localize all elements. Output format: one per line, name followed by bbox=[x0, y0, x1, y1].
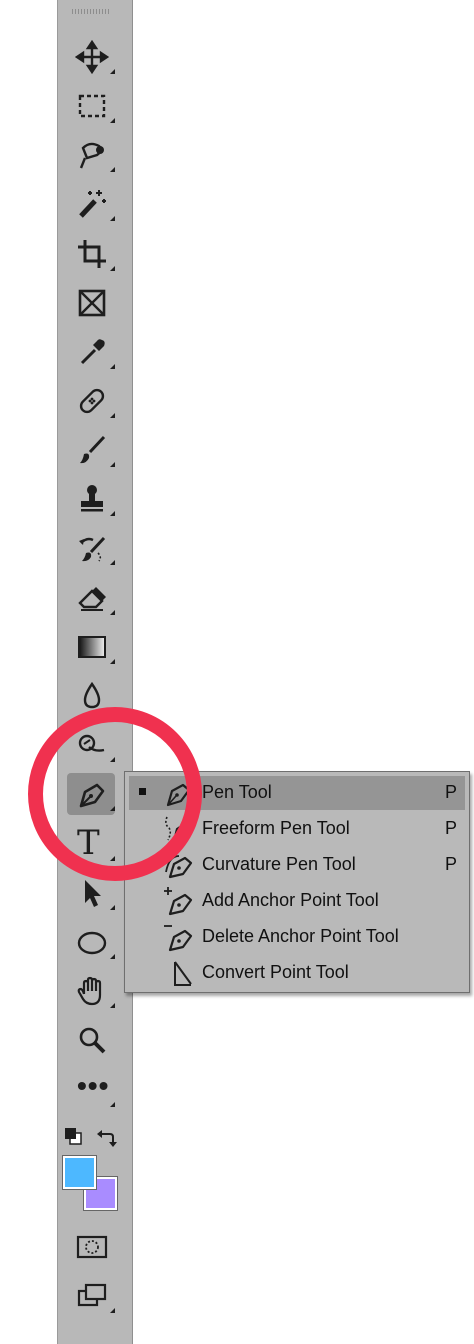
delete-anchor-point-icon bbox=[164, 925, 193, 952]
submenu-triangle bbox=[110, 757, 115, 762]
menu-item-freeform-pen-tool[interactable]: Freeform Pen Tool P bbox=[129, 812, 465, 846]
gradient-tool[interactable] bbox=[67, 626, 115, 668]
path-selection-tool[interactable] bbox=[67, 872, 115, 914]
blur-tool[interactable] bbox=[67, 675, 115, 717]
history-brush-icon bbox=[79, 536, 106, 562]
default-colors-icon[interactable] bbox=[63, 1126, 85, 1148]
submenu-triangle bbox=[110, 856, 115, 861]
pen-tool[interactable] bbox=[67, 773, 115, 815]
menu-item-pen-tool[interactable]: Pen Tool P bbox=[129, 776, 465, 810]
eraser-icon bbox=[78, 587, 106, 611]
crop-tool[interactable] bbox=[67, 233, 115, 275]
menu-item-delete-anchor-point-tool[interactable]: Delete Anchor Point Tool bbox=[129, 920, 465, 954]
menu-item-curvature-pen-tool[interactable]: Curvature Pen Tool P bbox=[129, 848, 465, 882]
submenu-triangle bbox=[110, 954, 115, 959]
frame-tool[interactable] bbox=[67, 282, 115, 324]
ellipse-icon bbox=[77, 931, 107, 955]
submenu-triangle bbox=[110, 413, 115, 418]
history-brush-tool[interactable] bbox=[67, 527, 115, 569]
submenu-triangle bbox=[110, 364, 115, 369]
zoom-icon bbox=[79, 1027, 106, 1054]
stamp-icon bbox=[81, 485, 103, 512]
screen-mode-icon bbox=[77, 1283, 107, 1307]
zoom-tool[interactable] bbox=[67, 1020, 115, 1062]
pen-tools-flyout-menu: Pen Tool P Freeform Pen Tool P Curvature… bbox=[124, 771, 470, 993]
submenu-triangle bbox=[110, 216, 115, 221]
arrow-icon bbox=[85, 880, 101, 907]
menu-item-label: Add Anchor Point Tool bbox=[202, 890, 379, 910]
quick-mask-button[interactable] bbox=[67, 1226, 115, 1268]
screen-mode-button[interactable] bbox=[67, 1275, 115, 1317]
add-anchor-point-icon bbox=[164, 887, 193, 916]
bandage-icon bbox=[79, 388, 105, 414]
lasso-tool[interactable] bbox=[67, 134, 115, 176]
edit-toolbar-button[interactable]: ••• bbox=[67, 1069, 115, 1111]
magic-wand-tool[interactable] bbox=[67, 183, 115, 225]
submenu-triangle bbox=[110, 118, 115, 123]
ellipse-tool[interactable] bbox=[67, 921, 115, 963]
dodge-icon bbox=[78, 734, 105, 752]
submenu-triangle bbox=[110, 1003, 115, 1008]
curvature-pen-icon bbox=[165, 855, 193, 879]
type-tool[interactable]: T bbox=[67, 823, 115, 865]
submenu-triangle bbox=[110, 266, 115, 271]
convert-point-icon bbox=[174, 961, 192, 986]
dodge-tool[interactable] bbox=[67, 724, 115, 766]
menu-item-label: Pen Tool bbox=[202, 782, 272, 802]
freeform-pen-icon bbox=[165, 816, 193, 843]
drop-icon bbox=[83, 681, 101, 709]
quick-mask-icon bbox=[76, 1235, 108, 1259]
menu-item-label: Convert Point Tool bbox=[202, 962, 349, 982]
submenu-triangle bbox=[110, 610, 115, 615]
marquee-icon bbox=[78, 94, 106, 118]
menu-item-label: Freeform Pen Tool bbox=[202, 818, 350, 838]
move-tool[interactable] bbox=[67, 36, 115, 78]
hand-tool[interactable] bbox=[67, 970, 115, 1012]
menu-item-shortcut: P bbox=[444, 854, 457, 874]
clone-stamp-tool[interactable] bbox=[67, 478, 115, 520]
menu-item-label: Curvature Pen Tool bbox=[202, 854, 356, 874]
submenu-triangle bbox=[110, 560, 115, 565]
hand-icon bbox=[77, 976, 102, 1006]
submenu-triangle bbox=[110, 806, 115, 811]
pen-icon bbox=[79, 783, 105, 808]
menu-item-label: Delete Anchor Point Tool bbox=[202, 926, 399, 946]
color-swatches bbox=[62, 1155, 121, 1214]
color-controls bbox=[63, 1126, 119, 1148]
submenu-triangle bbox=[110, 511, 115, 516]
gradient-icon bbox=[78, 636, 106, 658]
submenu-triangle bbox=[110, 905, 115, 910]
eraser-tool[interactable] bbox=[67, 577, 115, 619]
eyedropper-icon bbox=[80, 339, 105, 365]
crop-icon bbox=[78, 240, 106, 268]
submenu-triangle bbox=[110, 1102, 115, 1107]
lasso-icon bbox=[79, 142, 104, 169]
eyedropper-tool[interactable] bbox=[67, 331, 115, 373]
type-icon: T bbox=[77, 823, 100, 863]
submenu-triangle bbox=[110, 69, 115, 74]
healing-brush-tool[interactable] bbox=[67, 380, 115, 422]
frame-icon bbox=[78, 289, 106, 317]
foreground-color-swatch[interactable] bbox=[62, 1155, 97, 1190]
menu-item-add-anchor-point-tool[interactable]: Add Anchor Point Tool bbox=[129, 884, 465, 918]
submenu-triangle bbox=[110, 462, 115, 467]
photoshop-toolbar-screenshot: T ••• Pen Tool P Freeform Pen Tool P Cur… bbox=[0, 0, 474, 1344]
pen-icon bbox=[166, 783, 191, 807]
move-icon bbox=[75, 40, 109, 74]
menu-item-shortcut: P bbox=[444, 782, 457, 802]
magic-wand-icon bbox=[79, 190, 106, 218]
submenu-triangle bbox=[110, 659, 115, 664]
marquee-tool[interactable] bbox=[67, 85, 115, 127]
more-icon: ••• bbox=[77, 1070, 110, 1101]
swap-colors-icon[interactable] bbox=[95, 1126, 117, 1148]
submenu-triangle bbox=[110, 708, 115, 713]
selected-bullet-icon bbox=[139, 788, 146, 795]
panel-grip[interactable] bbox=[72, 9, 110, 14]
menu-item-shortcut: P bbox=[444, 818, 457, 838]
brush-icon bbox=[80, 435, 106, 464]
brush-tool[interactable] bbox=[67, 429, 115, 471]
submenu-triangle bbox=[110, 167, 115, 172]
submenu-triangle bbox=[110, 1308, 115, 1313]
menu-item-convert-point-tool[interactable]: Convert Point Tool bbox=[129, 956, 465, 990]
